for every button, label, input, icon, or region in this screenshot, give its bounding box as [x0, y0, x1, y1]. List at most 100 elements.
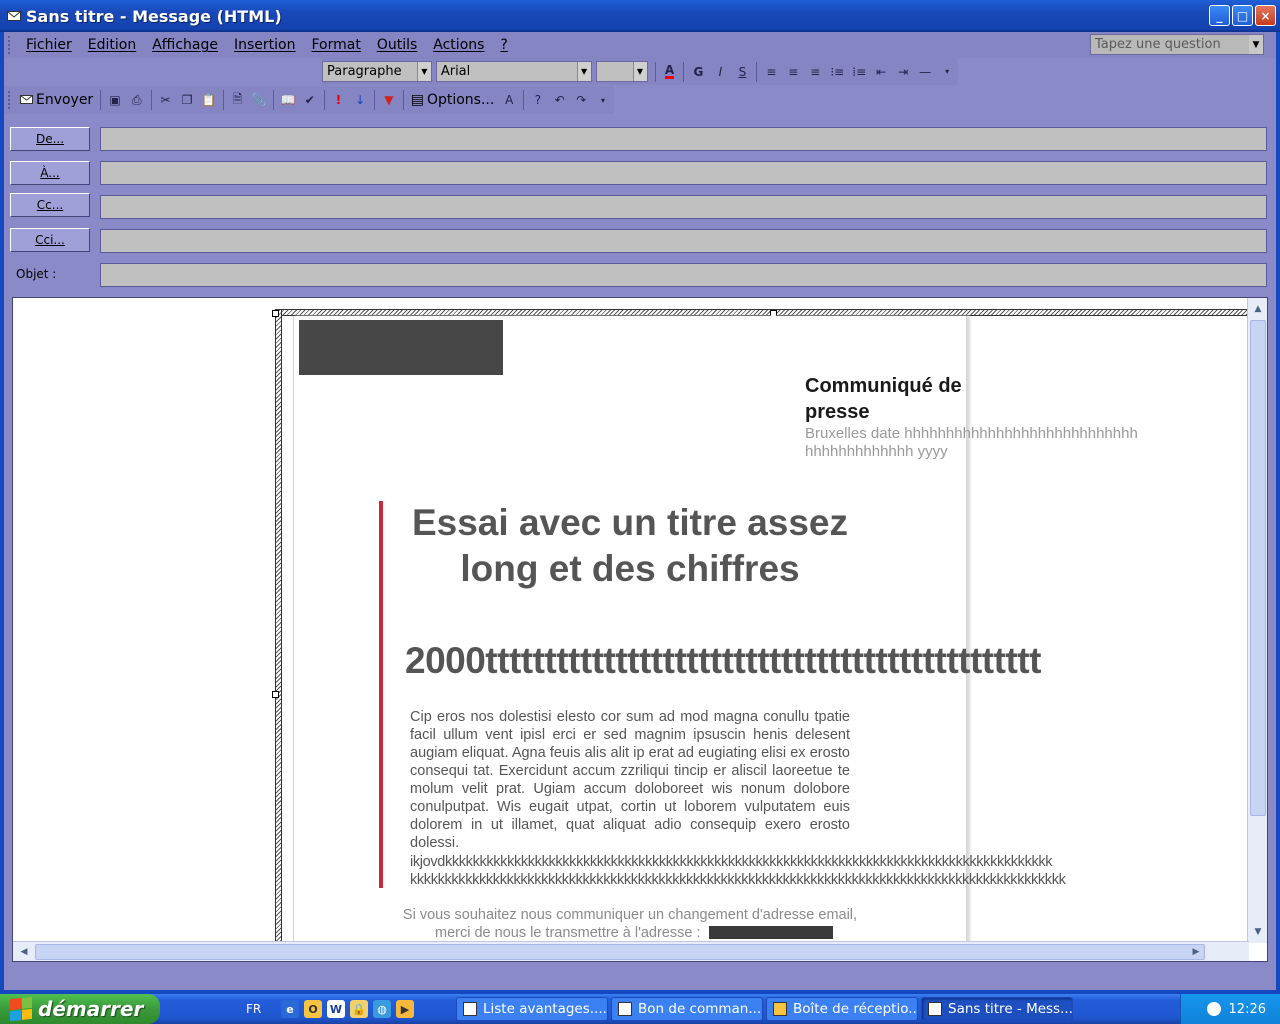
style-value: Paragraphe	[327, 64, 402, 79]
menu-insertion[interactable]: Insertion	[226, 37, 303, 53]
menu-actions[interactable]: Actions	[425, 37, 492, 53]
address-book-icon[interactable]: 📖	[277, 89, 299, 111]
standard-toolbar: Envoyer ▣ ⎙ ✂ ❐ 📋 🗎 📎 📖 ✔ ! ↓ ▼ ▤ Option…	[4, 86, 614, 114]
toolbar-options-icon[interactable]: ▾	[936, 61, 958, 83]
paperclip-icon[interactable]: 📎	[248, 89, 270, 111]
resize-handle[interactable]	[272, 310, 279, 317]
title-bar: Sans titre - Message (HTML) _ □ ×	[0, 0, 1280, 32]
close-button[interactable]: ×	[1255, 5, 1276, 26]
body-line: ikjovdkkkkkkkkkkkkkkkkkkkkkkkkkkkkkkkkkk…	[410, 854, 1053, 870]
question-placeholder: Tapez une question	[1095, 37, 1221, 52]
undo-icon[interactable]: ↶	[549, 89, 571, 111]
from-button[interactable]: De...	[10, 127, 90, 151]
check-names-icon[interactable]: ✔	[299, 89, 321, 111]
task-boite-de-reception[interactable]: Boîte de réceptio...	[766, 997, 918, 1021]
scroll-left-icon[interactable]: ◀	[15, 944, 33, 960]
attach-file-icon[interactable]: 🗎	[227, 89, 249, 111]
bcc-field[interactable]	[100, 229, 1267, 253]
minimize-button[interactable]: _	[1209, 5, 1230, 26]
font-color-icon[interactable]: A	[659, 61, 681, 83]
scroll-down-icon[interactable]: ▼	[1250, 923, 1266, 941]
print-icon[interactable]: ⎙	[126, 89, 148, 111]
bold-button[interactable]: G	[687, 61, 709, 83]
font-style-icon[interactable]: A	[498, 89, 520, 111]
menu-fichier[interactable]: Fichier	[18, 37, 80, 53]
menu-help[interactable]: ?	[492, 37, 515, 53]
network-icon[interactable]	[1206, 1002, 1221, 1016]
horizontal-line-icon[interactable]: —	[914, 61, 936, 83]
horizontal-scrollbar[interactable]: ◀ ▶	[13, 941, 1249, 961]
menu-format[interactable]: Format	[303, 37, 368, 53]
font-select[interactable]: Arial ▼	[435, 61, 592, 82]
bcc-button[interactable]: Cci...	[10, 228, 90, 252]
increase-indent-icon[interactable]: ⇥	[892, 61, 914, 83]
cc-field[interactable]	[100, 195, 1267, 219]
maximize-button[interactable]: □	[1232, 5, 1253, 26]
subject-field[interactable]	[100, 263, 1267, 287]
to-field[interactable]	[100, 161, 1267, 185]
to-button[interactable]: À...	[10, 161, 90, 185]
font-size-select[interactable]: ▼	[595, 61, 648, 82]
align-right-icon[interactable]: ≡	[804, 61, 826, 83]
start-label: démarrer	[38, 997, 144, 1021]
separator	[323, 90, 325, 110]
menu-outils[interactable]: Outils	[369, 37, 425, 53]
globe-icon[interactable]: ◍	[373, 1000, 391, 1018]
align-left-icon[interactable]: ≡	[760, 61, 782, 83]
internet-explorer-icon[interactable]: e	[281, 1000, 299, 1018]
style-select[interactable]: Paragraphe ▼	[322, 61, 432, 82]
copy-icon[interactable]: ❐	[176, 89, 198, 111]
scroll-thumb[interactable]	[1250, 320, 1266, 816]
chevron-down-icon[interactable]: ▼	[1249, 35, 1263, 54]
menu-affichage[interactable]: Affichage	[144, 37, 226, 53]
font-value: Arial	[440, 64, 471, 79]
message-body-editor[interactable]: Communiqué de presse Bruxelles date hhhh…	[12, 297, 1268, 962]
question-box[interactable]: Tapez une question ▼	[1090, 34, 1264, 55]
separator	[374, 90, 376, 110]
cut-icon[interactable]: ✂	[155, 89, 177, 111]
underline-button[interactable]: S	[731, 61, 753, 83]
chevron-down-icon[interactable]: ▼	[632, 62, 647, 81]
location-date: Bruxelles date hhhhhhhhhhhhhhhhhhhhhhhhh…	[805, 425, 1138, 460]
low-importance-icon[interactable]: ↓	[349, 89, 371, 111]
task-liste-avantages[interactable]: Liste avantages....	[456, 997, 608, 1021]
resize-handle[interactable]	[272, 691, 279, 698]
task-bon-de-commande[interactable]: Bon de comman...	[611, 997, 763, 1021]
clock: 12:26	[1228, 1001, 1266, 1017]
options-button[interactable]: ▤ Options...	[407, 89, 499, 111]
help-icon[interactable]: ?	[527, 89, 549, 111]
toolbar-grip[interactable]	[8, 91, 12, 109]
toolbar-options-icon[interactable]: ▾	[592, 89, 614, 111]
word-icon	[463, 1002, 477, 1016]
lock-icon[interactable]: 🔒	[350, 1000, 368, 1018]
separator	[222, 90, 224, 110]
paste-icon[interactable]: 📋	[198, 89, 220, 111]
menu-edition[interactable]: Edition	[80, 37, 144, 53]
outlook-icon[interactable]: O	[304, 1000, 322, 1018]
send-button[interactable]: Envoyer	[16, 89, 97, 111]
save-icon[interactable]: ▣	[104, 89, 126, 111]
vertical-scrollbar[interactable]: ▲ ▼	[1247, 298, 1267, 943]
toolbar-grip[interactable]	[8, 36, 12, 54]
decrease-indent-icon[interactable]: ⇤	[870, 61, 892, 83]
start-button[interactable]: démarrer	[0, 994, 160, 1024]
bullets-icon[interactable]: ⁝≡	[826, 61, 848, 83]
scroll-up-icon[interactable]: ▲	[1250, 300, 1266, 318]
task-sans-titre[interactable]: Sans titre - Mess...	[921, 997, 1073, 1021]
chevron-down-icon[interactable]: ▼	[416, 62, 431, 81]
scroll-thumb[interactable]	[35, 944, 1205, 960]
align-center-icon[interactable]: ≡	[782, 61, 804, 83]
scroll-right-icon[interactable]: ▶	[1187, 944, 1205, 960]
word-icon[interactable]: W	[327, 1000, 345, 1018]
cc-button[interactable]: Cc...	[10, 193, 90, 217]
high-importance-icon[interactable]: !	[328, 89, 350, 111]
media-player-icon[interactable]: ▶	[396, 1000, 414, 1018]
from-field[interactable]	[100, 127, 1267, 151]
flag-icon[interactable]: ▼	[378, 89, 400, 111]
chevron-down-icon[interactable]: ▼	[576, 62, 591, 81]
numbering-icon[interactable]: ⁞≡	[848, 61, 870, 83]
italic-button[interactable]: I	[709, 61, 731, 83]
task-label: Sans titre - Mess...	[948, 1001, 1073, 1017]
redo-icon[interactable]: ↷	[570, 89, 592, 111]
language-indicator[interactable]: FR	[246, 1002, 276, 1016]
